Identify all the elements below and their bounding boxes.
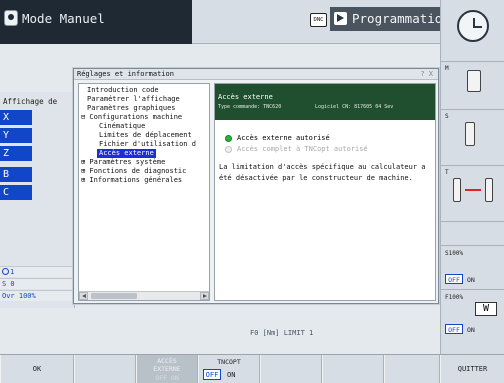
tree-item-system-params[interactable]: ⊞ Paramètres système xyxy=(81,158,165,167)
tree-item-general-info[interactable]: ⊞ Informations générales xyxy=(81,176,182,185)
dialog-window-buttons[interactable]: ? X xyxy=(420,69,433,80)
app-root: Mode Manuel DNC Programmation Affichage … xyxy=(0,0,504,383)
axis-row-b: B xyxy=(0,167,75,182)
axis-row-c: C xyxy=(0,185,75,200)
radio-external-access-allowed[interactable]: Accès externe autorisé xyxy=(225,133,435,143)
empty-softkey-1[interactable] xyxy=(74,355,136,383)
ok-softkey[interactable]: OK xyxy=(0,355,74,383)
tree-item-display-settings[interactable]: Paramétrer l'affichage xyxy=(87,95,180,104)
tree-item-graphic-settings[interactable]: Paramètres graphiques xyxy=(87,104,176,113)
axis-row-y: Y xyxy=(0,128,75,143)
display-label: Affichage de xyxy=(3,97,58,106)
underlay-status-text: F0 [Nm] LIMIT 1 xyxy=(250,329,314,337)
settings-tree: Introduction code Paramétrer l'affichage… xyxy=(78,83,210,301)
control-type: Type commande: TNC620 xyxy=(218,104,282,110)
feed-wave-icon: W xyxy=(475,302,497,316)
tncopt-softkey[interactable]: TNCOPT OFF ON xyxy=(198,355,260,383)
s-function-box[interactable]: S xyxy=(441,110,504,166)
tree-item-diagnostics[interactable]: ⊞ Fonctions de diagnostic xyxy=(81,167,186,176)
settings-dialog: Réglages et information ? X Introduction… xyxy=(73,68,439,304)
empty-softkey[interactable] xyxy=(441,222,504,246)
scroll-left-icon[interactable] xyxy=(79,292,88,300)
feed-override-toggle[interactable]: OFF ON xyxy=(445,324,501,335)
radio-tncopt-full-access: Accès complet à TNCopt autorisé xyxy=(225,144,435,154)
programming-label: Programmation xyxy=(352,11,450,26)
radio-disabled-icon xyxy=(225,145,232,153)
right-softkey-column: M S T S100% OFF ON F100% W OFF ON xyxy=(440,62,504,354)
axis-row-z: Z xyxy=(0,146,75,161)
radio-checked-icon xyxy=(225,134,232,142)
tree-item-introduction-code[interactable]: Introduction code xyxy=(87,86,159,95)
spindle-speed: S 0 xyxy=(0,278,75,289)
panel-header: Accès externe Type commande: TNC620 Logi… xyxy=(215,84,435,120)
panel-title: Accès externe xyxy=(218,93,273,101)
tool-icon xyxy=(453,178,461,202)
software-version: Logiciel CN: 817605 04 Sev xyxy=(315,104,394,110)
clock-icon xyxy=(457,10,489,42)
m-function-icon xyxy=(467,70,481,92)
empty-softkey-2[interactable] xyxy=(260,355,322,383)
empty-softkey-3[interactable] xyxy=(322,355,384,383)
tree-item-machine-config[interactable]: ⊟ Configurations machine xyxy=(81,113,182,122)
manual-mode-icon xyxy=(4,10,18,26)
quit-softkey[interactable]: QUITTER xyxy=(440,355,504,383)
programming-tab[interactable]: Programmation xyxy=(330,7,450,31)
play-icon xyxy=(334,12,347,25)
scroll-right-icon[interactable] xyxy=(200,292,209,300)
tree-horizontal-scrollbar[interactable] xyxy=(79,291,209,300)
feed-override-box[interactable]: F100% W OFF ON xyxy=(441,290,504,354)
scroll-thumb[interactable] xyxy=(91,293,137,299)
spindle-icon xyxy=(2,268,9,275)
spindle-status: 1 xyxy=(0,266,75,277)
tree-item-usage-file[interactable]: Fichier d'utilisation d xyxy=(99,140,196,149)
info-text: La limitation d'accès spécifique au calc… xyxy=(219,163,426,182)
tree-item-external-access[interactable]: Accès externe xyxy=(97,149,156,158)
external-access-panel: Accès externe Type commande: TNC620 Logi… xyxy=(214,83,436,301)
tool-icon-2 xyxy=(485,178,493,202)
external-access-softkey: ACCÈS EXTERNE OFF ON xyxy=(136,355,198,383)
header-bar: Mode Manuel DNC Programmation xyxy=(0,0,450,44)
dnc-icon[interactable]: DNC xyxy=(310,13,327,27)
spindle-override-box[interactable]: S100% OFF ON xyxy=(441,246,504,290)
softkey-bar: OK ACCÈS EXTERNE OFF ON TNCOPT OFF ON QUI… xyxy=(0,354,504,383)
empty-softkey-4[interactable] xyxy=(384,355,440,383)
clock-panel[interactable] xyxy=(440,0,504,62)
t-function-box[interactable]: T xyxy=(441,166,504,222)
override-status: Ovr 100% xyxy=(0,290,75,301)
tree-item-travel-limits[interactable]: Limites de déplacement xyxy=(99,131,192,140)
mode-label: Mode Manuel xyxy=(22,11,105,26)
m-function-box[interactable]: M xyxy=(441,62,504,110)
tree-item-kinematics[interactable]: Cinématique xyxy=(99,122,145,131)
spindle-tool-icon xyxy=(465,122,475,146)
spindle-override-toggle[interactable]: OFF ON xyxy=(445,274,501,285)
mode-tab[interactable]: Mode Manuel xyxy=(0,0,192,44)
tool-change-arrow-icon xyxy=(465,189,481,191)
axis-row-x: X xyxy=(0,110,75,125)
dialog-title: Réglages et information ? X xyxy=(74,69,438,80)
